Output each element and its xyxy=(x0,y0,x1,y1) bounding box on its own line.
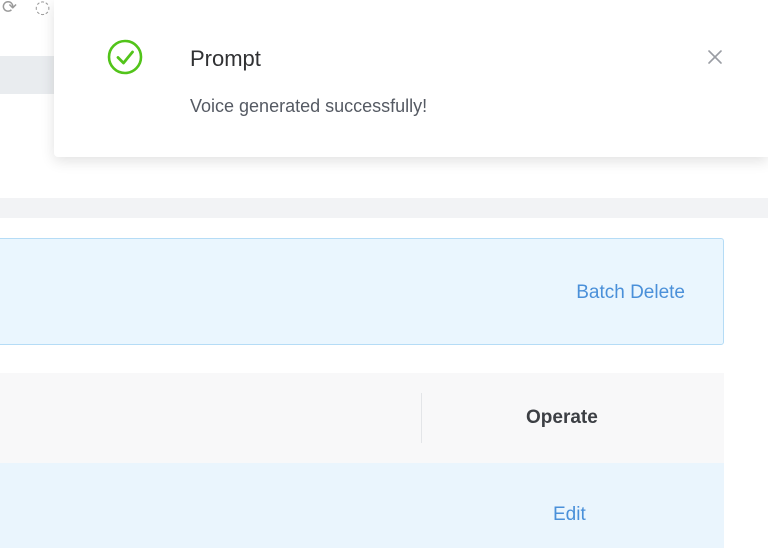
success-notification: Prompt Voice generated successfully! xyxy=(54,0,768,157)
column-divider[interactable] xyxy=(421,393,422,443)
page: ⟳ ◌ Batch Delete Operate Edit Prompt Voi… xyxy=(0,0,768,548)
check-circle-icon xyxy=(107,39,143,75)
batch-delete-button[interactable]: Batch Delete xyxy=(576,282,685,304)
edit-link[interactable]: Edit xyxy=(553,504,586,526)
table-row: Edit xyxy=(0,463,724,548)
close-icon[interactable] xyxy=(702,44,728,70)
notification-message: Voice generated successfully! xyxy=(190,96,428,116)
table-header: Operate xyxy=(0,373,724,463)
section-separator xyxy=(0,198,768,218)
notification-title: Prompt xyxy=(190,46,261,71)
column-header-operate: Operate xyxy=(526,407,598,428)
toolbar-icons-fragment: ⟳ ◌ xyxy=(2,0,57,18)
selection-info-panel: Batch Delete xyxy=(0,238,724,345)
